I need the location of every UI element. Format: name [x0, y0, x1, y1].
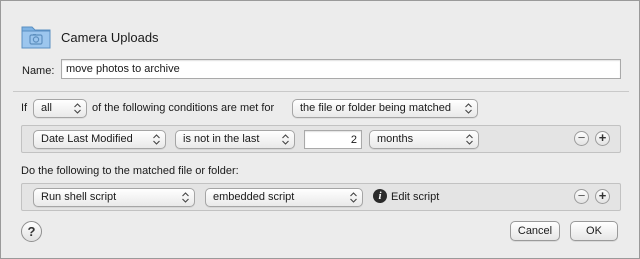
popup-arrows-icon [282, 134, 289, 145]
separator [13, 91, 629, 92]
script-source-popup-value: embedded script [213, 191, 295, 203]
help-button[interactable]: ? [21, 221, 42, 242]
conditions-text: of the following conditions are met for [92, 102, 275, 114]
amount-input[interactable]: 2 [304, 130, 362, 149]
attribute-popup-value: Date Last Modified [41, 133, 133, 145]
popup-arrows-icon [466, 134, 473, 145]
ok-button[interactable]: OK [570, 221, 618, 241]
add-action-button[interactable]: + [595, 189, 610, 204]
operator-popup-value: is not in the last [183, 133, 260, 145]
action-type-popup[interactable]: Run shell script [33, 188, 195, 207]
cancel-button[interactable]: Cancel [510, 221, 560, 241]
edit-script-link[interactable]: Edit script [391, 191, 439, 203]
popup-arrows-icon [153, 134, 160, 145]
script-source-popup[interactable]: embedded script [205, 188, 363, 207]
actions-heading: Do the following to the matched file or … [21, 165, 239, 177]
info-icon[interactable]: i [373, 189, 387, 203]
attribute-popup[interactable]: Date Last Modified [33, 130, 166, 149]
folder-camera-icon [21, 26, 51, 49]
scope-popup[interactable]: the file or folder being matched [292, 99, 478, 118]
remove-condition-button[interactable]: − [574, 131, 589, 146]
match-popup[interactable]: all [33, 99, 87, 118]
add-condition-button[interactable]: + [595, 131, 610, 146]
unit-popup[interactable]: months [369, 130, 479, 149]
name-label: Name: [22, 65, 55, 77]
popup-arrows-icon [465, 103, 472, 114]
match-popup-value: all [41, 102, 53, 114]
window-title: Camera Uploads [61, 30, 159, 45]
popup-arrows-icon [350, 192, 357, 203]
name-input[interactable]: move photos to archive [61, 59, 621, 79]
remove-action-button[interactable]: − [574, 189, 589, 204]
popup-arrows-icon [182, 192, 189, 203]
unit-popup-value: months [377, 133, 414, 145]
if-label: If [21, 102, 28, 114]
action-type-popup-value: Run shell script [41, 191, 117, 203]
scope-popup-value: the file or folder being matched [300, 102, 452, 114]
popup-arrows-icon [74, 103, 81, 114]
operator-popup[interactable]: is not in the last [175, 130, 295, 149]
